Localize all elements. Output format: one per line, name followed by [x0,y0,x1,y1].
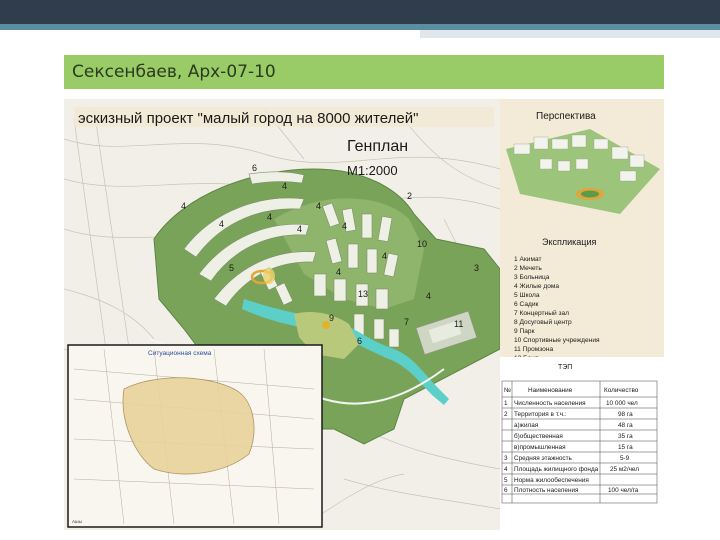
plan-scale: М1:2000 [347,163,398,178]
tep-cell: 98 га [618,411,633,418]
legend-item: 3 Больница [514,274,550,281]
slide-content: 6 4 4 4 4 4 4 4 2 10 3 5 4 4 13 7 9 6 4 … [64,99,664,530]
tep-cell: Площадь жилищного фонда [514,466,599,473]
legend-item: 8 Досуговый центр [514,318,572,326]
slide-title: Сексенбаев, Арх-07-10 [72,62,276,82]
tep-header: № [504,387,511,394]
zone-number: 4 [297,224,302,234]
tep-cell: Норма жилообеспечения [514,476,589,484]
project-title: эскизный проект "малый город на 8000 жит… [78,110,418,127]
zone-number: 4 [267,212,272,222]
legend-item: 2 Мечеть [514,265,542,272]
zone-number: 13 [358,289,368,299]
tep-cell: 2 [504,411,508,418]
legend-item: 7 Концертный зал [514,309,569,317]
legend-item: 10 Спортивные учреждения [514,337,600,344]
tep-cell: Плотность населения [514,487,579,494]
zone-number: 6 [252,163,257,173]
zone-number: 9 [329,313,334,323]
tep-cell: 5 [504,477,508,484]
tep-header: Количество [604,387,639,394]
inset-title: Ситуационная схема [148,350,212,357]
tep-header: Наименование [528,387,573,394]
legend-item: 1 Акимат [514,256,542,263]
explication-title: Экспликация [542,237,596,247]
zone-number: 4 [342,221,347,231]
zone-number: 10 [417,239,427,249]
tep-cell: 3 [504,455,508,462]
master-plan-map: 6 4 4 4 4 4 4 4 2 10 3 5 4 4 13 7 9 6 4 … [64,99,500,530]
info-panel: Перспектива Экспликация 1 Акимат 2 Мечет… [500,99,664,530]
zone-number: 11 [454,319,463,329]
perspective-title: Перспектива [536,111,596,122]
plan-title: Генплан [347,138,408,155]
zone-number: 4 [336,267,341,277]
zone-number: 4 [382,251,387,261]
tep-cell: 6 [504,487,508,494]
inset-corner-label: Ашы [72,519,82,524]
tep-cell: а)жилая [514,422,539,429]
legend-item: 5 Школа [514,292,540,299]
school-yard [263,268,275,284]
legend-item: 6 Садик [514,301,539,308]
tep-cell: 35 га [618,433,633,440]
zone-number: 4 [181,201,186,211]
slide-header: Сексенбаев, Арх-07-10 [64,55,664,89]
tep-cell: 5-9 [620,455,630,462]
tep-cell: 100 чел/га [608,487,639,494]
tep-cell: 25 м2/чел [610,466,639,473]
zone-number: 4 [219,219,224,229]
top-bar-light [420,30,720,38]
tep-cell: 48 га [618,422,633,429]
zone-number: 6 [357,336,362,346]
tep-title: ТЭП [558,364,572,371]
zone-number: 4 [426,291,431,301]
tep-cell: 15 га [618,444,633,451]
legend-item: 4 Жилые дома [514,283,559,290]
zone-number: 2 [407,191,412,201]
zone-number: 7 [404,317,409,327]
zone-number: 4 [316,201,321,211]
tep-cell: 1 [504,400,508,407]
tep-cell: б)общественная [514,432,563,440]
tep-cell: в)промышленная [514,444,566,451]
legend-item: 9 Парк [514,328,535,335]
tep-cell: 10 000 чел [606,400,638,407]
tep-cell: Средняя этажность [514,455,573,462]
tep-cell: Численность населения [514,400,586,407]
tep-cell: Территория в т.ч.: [514,411,567,418]
zone-number: 4 [282,181,287,191]
zone-number: 5 [229,263,234,273]
legend-item: 11 Промзона [514,346,553,353]
zone-number: 3 [474,263,479,273]
tep-cell: 4 [504,466,508,473]
situational-inset: Ситуационная схема Ашы [67,344,323,528]
